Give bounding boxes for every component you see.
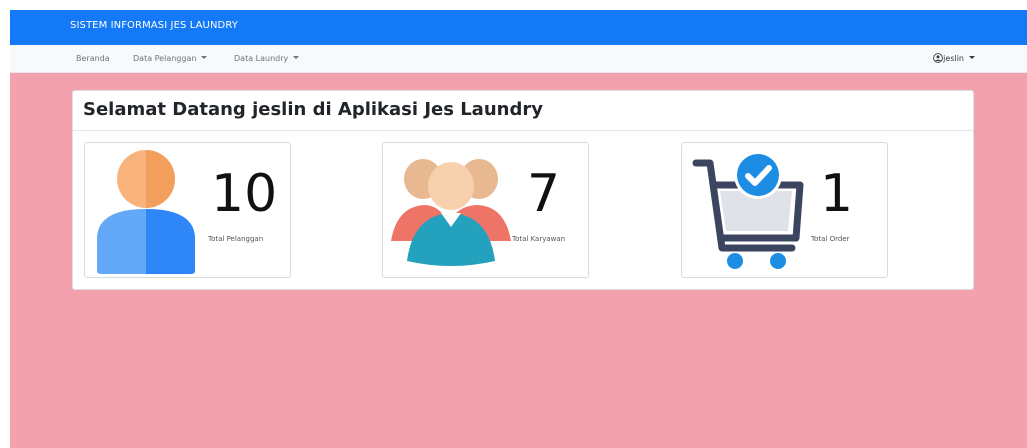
employees-icon — [391, 159, 511, 266]
nav-data-pelanggan-dropdown[interactable]: Data Pelanggan — [133, 54, 208, 63]
navbar: Beranda Data Pelanggan Data Laundry jesl… — [10, 45, 1027, 73]
nav-beranda[interactable]: Beranda — [76, 54, 110, 63]
stat-card-pelanggan: 10 Total Pelanggan — [84, 142, 291, 278]
nav-data-pelanggan-label: Data Pelanggan — [133, 54, 197, 63]
stat-value-order: 1 — [820, 164, 854, 224]
stat-label-karyawan: Total Karyawan — [512, 235, 566, 243]
page-title: Selamat Datang jeslin di Aplikasi Jes La… — [83, 99, 543, 120]
stat-value-pelanggan: 10 — [211, 164, 278, 224]
user-circle-icon — [933, 53, 944, 63]
user-menu-dropdown[interactable]: jeslin — [933, 53, 975, 63]
brand-title[interactable]: SISTEM INFORMASI JES LAUNDRY — [70, 20, 238, 31]
stat-value-karyawan: 7 — [527, 164, 561, 224]
nav-data-laundry-dropdown[interactable]: Data Laundry — [234, 54, 300, 63]
stat-label-order: Total Order — [811, 235, 850, 243]
chevron-down-icon — [201, 56, 208, 59]
nav-beranda-label: Beranda — [76, 54, 110, 63]
user-name: jeslin — [943, 54, 964, 63]
chevron-down-icon — [969, 56, 975, 59]
customer-icon — [97, 150, 195, 274]
stat-card-order: 1 Total Order — [681, 142, 888, 278]
welcome-panel: Selamat Datang jeslin di Aplikasi Jes La… — [72, 90, 974, 290]
app-frame: SISTEM INFORMASI JES LAUNDRY Beranda Dat… — [10, 10, 1027, 448]
shopping-cart-check-icon — [692, 151, 804, 269]
stat-card-karyawan: 7 Total Karyawan — [382, 142, 589, 278]
top-header-bar: SISTEM INFORMASI JES LAUNDRY — [10, 10, 1027, 45]
panel-header: Selamat Datang jeslin di Aplikasi Jes La… — [73, 91, 973, 131]
chevron-down-icon — [293, 56, 300, 59]
nav-data-laundry-label: Data Laundry — [234, 54, 289, 63]
stat-label-pelanggan: Total Pelanggan — [208, 235, 264, 243]
